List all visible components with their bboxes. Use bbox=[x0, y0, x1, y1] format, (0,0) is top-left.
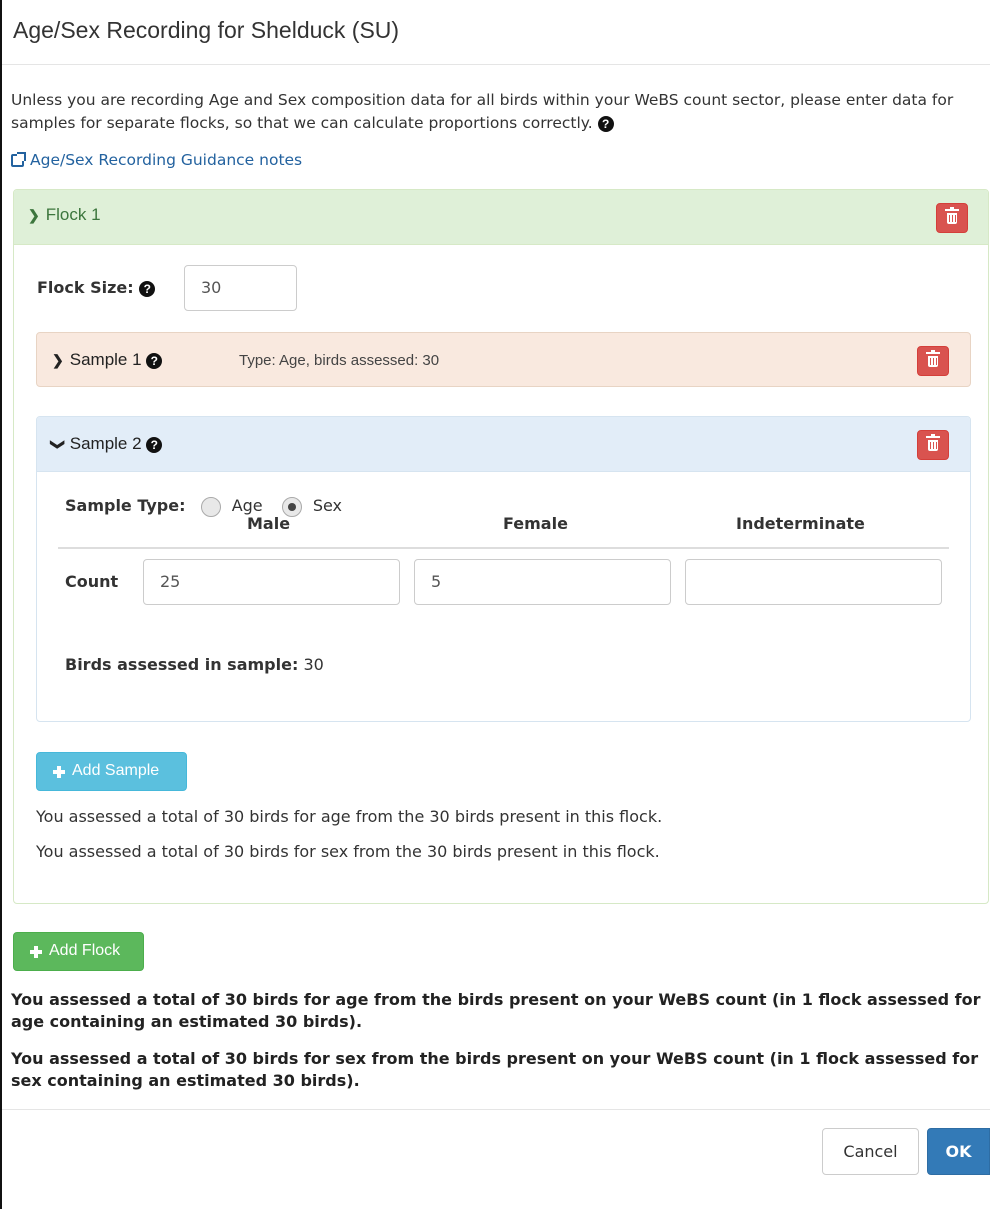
flock-size-label: Flock Size: ? bbox=[37, 278, 156, 297]
delete-flock-button[interactable] bbox=[936, 203, 968, 233]
sample-2-title: Sample 2 bbox=[69, 434, 142, 453]
flock-size-label-text: Flock Size: bbox=[37, 278, 134, 297]
sample-type-age-label: Age bbox=[231, 496, 263, 515]
trash-icon bbox=[926, 350, 940, 367]
external-link-icon bbox=[11, 152, 26, 167]
flock-heading: ❯ Flock 1 bbox=[14, 190, 988, 245]
help-icon[interactable]: ? bbox=[597, 115, 614, 132]
birds-assessed-label: Birds assessed in sample: bbox=[65, 655, 299, 674]
table-header-divider bbox=[58, 547, 949, 549]
sample-type-row: Sample Type: Age Sex bbox=[65, 496, 342, 517]
age-sex-modal: Age/Sex Recording for Shelduck (SU) Unle… bbox=[0, 0, 990, 1209]
modal-left-border bbox=[0, 64, 2, 1209]
intro-paragraph: Unless you are recording Age and Sex com… bbox=[11, 91, 954, 132]
add-sample-button[interactable]: Add Sample bbox=[36, 752, 187, 791]
flock-size-input[interactable]: 30 bbox=[184, 265, 297, 311]
trash-icon bbox=[945, 207, 959, 224]
flock-toggle[interactable]: ❯ Flock 1 bbox=[28, 205, 101, 225]
sample-type-label: Sample Type: bbox=[65, 496, 186, 515]
delete-sample-1-button[interactable] bbox=[917, 346, 949, 376]
delete-sample-2-button[interactable] bbox=[917, 430, 949, 460]
cancel-button[interactable]: Cancel bbox=[822, 1128, 919, 1175]
sample-1-toggle[interactable]: ❯ Sample 1 ? bbox=[52, 350, 163, 370]
sample-1-help-icon[interactable]: ? bbox=[146, 352, 163, 369]
flock-size-help-icon[interactable]: ? bbox=[139, 280, 156, 297]
sample-1-panel: ❯ Sample 1 ? Type: Age, birds assessed: 3… bbox=[36, 332, 971, 387]
modal-header: Age/Sex Recording for Shelduck (SU) bbox=[0, 0, 990, 65]
total-summary-sex: You assessed a total of 30 birds for sex… bbox=[11, 1049, 979, 1090]
modal-footer-divider bbox=[2, 1109, 990, 1110]
column-header-male: Male bbox=[247, 514, 291, 533]
sample-type-sex-label: Sex bbox=[312, 496, 343, 515]
male-count-input[interactable]: 25 bbox=[143, 559, 400, 605]
flock-title: Flock 1 bbox=[45, 205, 101, 224]
sample-2-heading: ❯ Sample 2 ? bbox=[37, 417, 970, 472]
flock-summary-sex: You assessed a total of 30 birds for sex… bbox=[36, 842, 660, 861]
sample-type-age-radio[interactable] bbox=[200, 496, 221, 517]
count-row-label: Count bbox=[65, 572, 119, 591]
ok-button[interactable]: OK bbox=[927, 1128, 990, 1175]
guidance-notes-link[interactable]: Age/Sex Recording Guidance notes bbox=[11, 151, 302, 169]
sample-2-toggle[interactable]: ❯ Sample 2 ? bbox=[50, 434, 163, 454]
sample-2-help-icon[interactable]: ? bbox=[146, 436, 163, 453]
female-count-input[interactable]: 5 bbox=[414, 559, 671, 605]
column-header-female: Female bbox=[503, 514, 568, 533]
intro-text: Unless you are recording Age and Sex com… bbox=[11, 89, 976, 135]
indeterminate-count-input[interactable] bbox=[685, 559, 942, 605]
flock-panel: ❯ Flock 1 Flock Size: ? 30 ❯ Sample 1 ? Ty… bbox=[13, 189, 989, 904]
guidance-notes-label: Age/Sex Recording Guidance notes bbox=[30, 151, 303, 169]
trash-icon bbox=[926, 434, 940, 451]
total-summary-age: You assessed a total of 30 birds for age… bbox=[11, 990, 981, 1031]
sample-2-panel: ❯ Sample 2 ? Sample Type: Age Sex Male Fe… bbox=[36, 416, 971, 722]
sample-1-summary: Type: Age, birds assessed: 30 bbox=[239, 352, 440, 369]
column-header-indeterminate: Indeterminate bbox=[736, 514, 865, 533]
chevron-down-icon: ❯ bbox=[50, 438, 67, 451]
flock-summary-age: You assessed a total of 30 birds for age… bbox=[36, 807, 663, 826]
add-sample-label: Add Sample bbox=[72, 762, 160, 779]
birds-assessed-row: Birds assessed in sample: 30 bbox=[65, 655, 324, 674]
add-flock-button[interactable]: Add Flock bbox=[13, 932, 144, 971]
plus-icon bbox=[30, 946, 42, 958]
sample-1-title: Sample 1 bbox=[69, 350, 142, 369]
plus-icon bbox=[53, 766, 65, 778]
chevron-down-icon: ❯ bbox=[28, 207, 40, 223]
add-flock-label: Add Flock bbox=[49, 942, 121, 959]
birds-assessed-value: 30 bbox=[303, 655, 324, 674]
modal-title: Age/Sex Recording for Shelduck (SU) bbox=[13, 17, 400, 43]
chevron-right-icon: ❯ bbox=[52, 352, 64, 368]
